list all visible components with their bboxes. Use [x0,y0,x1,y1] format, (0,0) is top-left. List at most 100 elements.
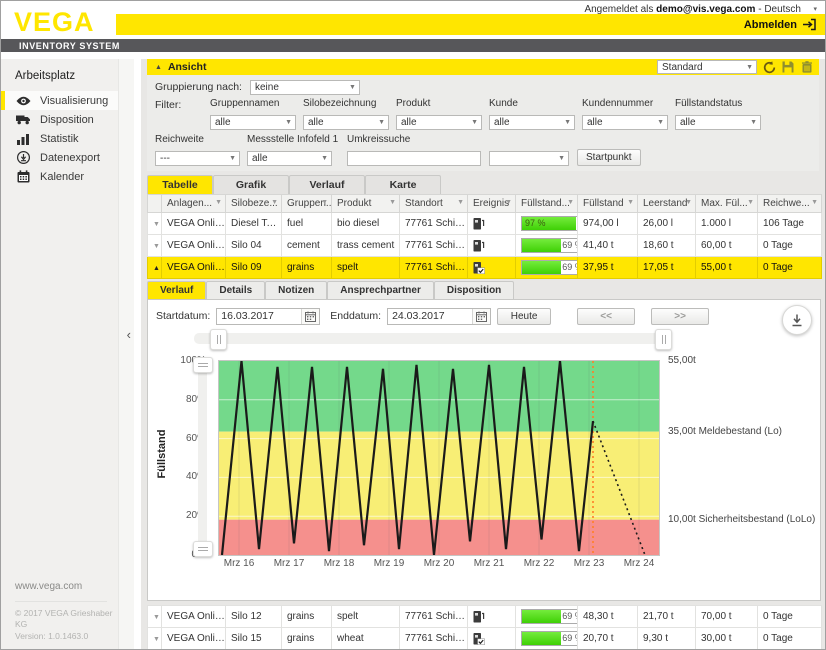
prev-period-button[interactable]: << [577,308,635,325]
column-header-füllstand[interactable]: Füllstand▼ [578,195,638,213]
tab-verlauf[interactable]: Verlauf [289,175,365,194]
value-handle-top[interactable] [193,357,213,373]
expand-row-icon[interactable]: ▼ [153,636,160,643]
column-header-füllstand[interactable]: Füllstand...▼ [516,195,578,213]
preset-select[interactable]: Standard▼ [657,60,757,74]
cell-fuellstand: 974,00 l [578,213,638,235]
table-row[interactable]: ▼VEGA Online...Silo 12grainsspelt77761 S… [148,606,822,628]
header-menu-chevron-icon[interactable]: ▾ [813,5,817,13]
chart-download-button[interactable] [782,305,812,335]
expand-row-icon[interactable]: ▼ [153,243,160,250]
cell-anlagenname: VEGA Online... [162,235,226,257]
filter-fuellstandstatus-select[interactable]: alle▼ [675,115,761,130]
cell-gruppenname: cement [282,235,332,257]
column-header-standort[interactable]: Standort▼ [400,195,468,213]
column-filter-chevron-icon[interactable]: ▼ [389,199,396,206]
chevron-down-icon: ▼ [558,155,565,162]
refresh-icon[interactable] [762,60,776,74]
range-handle-left[interactable] [210,329,227,350]
value-range-slider[interactable] [198,360,207,554]
chart-plot-area[interactable] [218,360,660,556]
trash-icon[interactable] [800,60,814,74]
calendar-icon[interactable] [472,309,490,324]
column-header-maxfül[interactable]: Max. Fül...▼ [696,195,758,213]
reichweite-select[interactable]: ---▼ [155,151,240,166]
sidebar-item-datenexport[interactable]: Datenexport [1,148,134,167]
sidebar-item-visualisierung[interactable]: Visualisierung [1,91,134,110]
column-header-anlagen[interactable]: Anlagen...▼ [162,195,226,213]
sidebar-item-disposition[interactable]: Disposition [1,110,134,129]
table-row[interactable]: ▼VEGA Online...Diesel Tankfuelbio diesel… [148,213,822,235]
column-filter-chevron-icon[interactable]: ▼ [811,199,818,206]
row-expander[interactable]: ▼ [148,235,162,257]
tab-karte[interactable]: Karte [365,175,441,194]
detail-tab-verlauf[interactable]: Verlauf [147,281,206,299]
column-filter-chevron-icon[interactable]: ▼ [627,199,634,206]
expand-row-icon[interactable]: ▼ [153,221,160,228]
column-filter-chevron-icon[interactable]: ▼ [457,199,464,206]
column-header-silobeze[interactable]: Silobeze...▼ [226,195,282,213]
column-filter-chevron-icon[interactable]: ▼ [567,199,574,206]
row-expander[interactable]: ▼ [148,606,162,628]
messstelle-select[interactable]: alle▼ [247,151,332,166]
cell-fuellstand: 48,30 t [578,606,638,628]
app-window: VEGA Angemeldet als demo@vis.vega.com - … [0,0,826,650]
column-filter-chevron-icon[interactable]: ▼ [505,199,512,206]
eye-icon [15,96,31,106]
column-filter-chevron-icon[interactable]: ▼ [685,199,692,206]
detail-tab-notizen[interactable]: Notizen [265,281,327,299]
column-filter-chevron-icon[interactable]: ▼ [321,199,328,206]
cell-anlagenname: VEGA Online... [162,606,226,628]
column-header-ereignis[interactable]: Ereignis▼ [468,195,516,213]
expand-row-icon[interactable]: ▼ [153,614,160,621]
tab-grafik[interactable]: Grafik [213,175,289,194]
column-filter-chevron-icon[interactable]: ▼ [215,199,222,206]
column-header-leerstand[interactable]: Leerstand▼ [638,195,696,213]
next-period-button[interactable]: >> [651,308,709,325]
save-icon[interactable] [781,60,795,74]
sidebar-item-kalender[interactable]: Kalender [1,167,134,186]
row-expander[interactable]: ▼ [148,628,162,650]
filter-silobezeichnung-select[interactable]: alle▼ [303,115,389,130]
table-row[interactable]: ▼VEGA Online...Silo 15grainswheat77761 S… [148,628,822,650]
umkreissuche-select[interactable]: ▼ [489,151,569,166]
detail-tab-disposition[interactable]: Disposition [434,281,514,299]
logout-icon[interactable] [802,18,816,32]
filter-value: alle [494,117,510,128]
row-expander[interactable]: ▲ [148,257,162,279]
column-header-gruppen[interactable]: Gruppen...▼ [282,195,332,213]
startpunkt-button[interactable]: Startpunkt [577,149,641,166]
filter-produkt-select[interactable]: alle▼ [396,115,482,130]
heute-button[interactable]: Heute [497,308,551,325]
vega-website-link[interactable]: www.vega.com [15,581,107,602]
umkreissuche-input[interactable] [347,151,481,166]
table-row[interactable]: ▼VEGA Online...Silo 04cementtrass cement… [148,235,822,257]
filter-gruppennamen-select[interactable]: alle▼ [210,115,296,130]
range-handle-right[interactable] [655,329,672,350]
column-header-expander[interactable] [148,195,162,213]
detail-tab-ansprechpartner[interactable]: Ansprechpartner [327,281,434,299]
time-range-slider[interactable] [194,333,670,344]
column-header-reichwe[interactable]: Reichwe...▼ [758,195,822,213]
column-filter-chevron-icon[interactable]: ▼ [271,199,278,206]
filter-kundennummer-select[interactable]: alle▼ [582,115,668,130]
filter-kunde-select[interactable]: alle▼ [489,115,575,130]
sidebar-collapse-button[interactable]: ‹ [127,327,131,342]
value-handle-bottom[interactable] [193,541,213,557]
sidebar-item-statistik[interactable]: Statistik [1,129,134,148]
column-header-produkt[interactable]: Produkt▼ [332,195,400,213]
cell-leerstand: 18,60 t [638,235,696,257]
row-expander[interactable]: ▼ [148,213,162,235]
table-row[interactable]: ▲VEGA Online...Silo 09grainsspelt77761 S… [148,257,822,279]
grouping-select[interactable]: keine▼ [250,80,360,95]
ansicht-collapse-icon[interactable]: ▲ [155,64,162,71]
umkreissuche-label: Umkreissuche [347,134,489,145]
calendar-icon[interactable] [301,309,319,324]
tab-tabelle[interactable]: Tabelle [147,175,213,194]
logout-button[interactable]: Abmelden [744,19,797,31]
grouping-label: Gruppierung nach: [155,81,242,93]
collapse-row-icon[interactable]: ▲ [153,265,160,272]
detail-tab-details[interactable]: Details [206,281,265,299]
truck-icon [15,114,31,125]
column-filter-chevron-icon[interactable]: ▼ [747,199,754,206]
